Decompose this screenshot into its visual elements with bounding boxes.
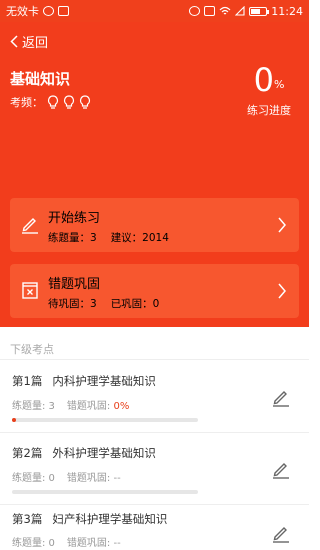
item-consolidate-label: 错题巩固: xyxy=(66,401,111,412)
section-label: 下级考点 xyxy=(10,343,54,356)
item-consolidate-label: 错题巩固: xyxy=(66,538,111,549)
vibrate-icon xyxy=(204,6,216,16)
item-consolidate-value: 0% xyxy=(113,401,130,412)
alarm-icon xyxy=(189,6,201,16)
item-consolidate-value: -- xyxy=(113,473,121,484)
item-count: 练题量: 0 xyxy=(12,538,55,549)
chevron-right-icon xyxy=(278,283,286,299)
edit-icon[interactable] xyxy=(271,387,291,407)
item-progress-bar xyxy=(12,418,198,422)
bulb-icon xyxy=(63,94,75,109)
item-name: 内科护理学基础知识 xyxy=(52,374,156,388)
back-button[interactable]: 返回 xyxy=(10,32,48,51)
edit-icon[interactable] xyxy=(271,459,291,479)
frequency-bulbs xyxy=(47,94,91,110)
exam-frequency: 考频： xyxy=(10,94,91,110)
carrier-label: 无效卡 xyxy=(6,5,39,18)
item-progress-bar xyxy=(12,490,198,494)
card-stat-pending: 待巩固：3 xyxy=(48,298,97,310)
practice-progress: 0 % 练习进度 xyxy=(247,62,291,118)
item-consolidate-value: -- xyxy=(113,538,121,549)
item-chapter: 第1篇 xyxy=(12,374,43,388)
edit-icon[interactable] xyxy=(271,523,291,543)
page-title: 基础知识 xyxy=(10,70,71,88)
error-review-card[interactable]: 错题巩固 待巩固：3 已巩固：0 xyxy=(10,264,299,318)
frequency-label: 考频： xyxy=(10,96,43,109)
item-progress-fill xyxy=(12,418,16,422)
start-practice-card[interactable]: 开始练习 练题量：3 建议：2014 xyxy=(10,198,299,252)
image-icon xyxy=(58,6,69,16)
section-header: 下级考点 xyxy=(0,338,309,360)
chat-icon xyxy=(43,6,54,16)
item-name: 妇产科护理学基础知识 xyxy=(52,512,168,526)
card-stat-count: 练题量：3 xyxy=(48,232,97,244)
card-title: 开始练习 xyxy=(48,211,101,226)
progress-unit: % xyxy=(273,78,285,91)
item-chapter: 第3篇 xyxy=(12,512,43,526)
signal-icon xyxy=(235,6,245,16)
item-name: 外科护理学基础知识 xyxy=(52,446,156,460)
status-bar: 无效卡 11:24 xyxy=(0,0,309,22)
bulb-icon xyxy=(47,94,59,109)
item-chapter: 第2篇 xyxy=(12,446,43,460)
progress-label: 练习进度 xyxy=(247,104,291,117)
item-count: 练题量: 0 xyxy=(12,473,55,484)
wifi-icon xyxy=(219,6,231,15)
battery-icon xyxy=(249,6,270,16)
card-stat-done: 已巩固：0 xyxy=(110,298,160,310)
item-count: 练题量: 3 xyxy=(12,401,55,412)
card-stat-suggest: 建议：2014 xyxy=(110,232,169,244)
card-title: 错题巩固 xyxy=(48,277,101,292)
back-label: 返回 xyxy=(22,36,49,51)
list-item[interactable]: 第1篇 内科护理学基础知识 练题量: 3 错题巩固: 0% xyxy=(0,361,309,433)
progress-value: 0 xyxy=(253,61,274,99)
list-item[interactable]: 第3篇 妇产科护理学基础知识 练题量: 0 错题巩固: -- xyxy=(0,505,309,550)
error-book-icon xyxy=(22,282,38,299)
pencil-icon xyxy=(22,218,38,234)
list-item[interactable]: 第2篇 外科护理学基础知识 练题量: 0 错题巩固: -- xyxy=(0,433,309,505)
item-consolidate-label: 错题巩固: xyxy=(66,473,111,484)
clock: 11:24 xyxy=(271,4,303,18)
chevron-left-icon xyxy=(10,35,18,48)
bulb-icon xyxy=(79,94,91,109)
chevron-right-icon xyxy=(278,217,286,233)
